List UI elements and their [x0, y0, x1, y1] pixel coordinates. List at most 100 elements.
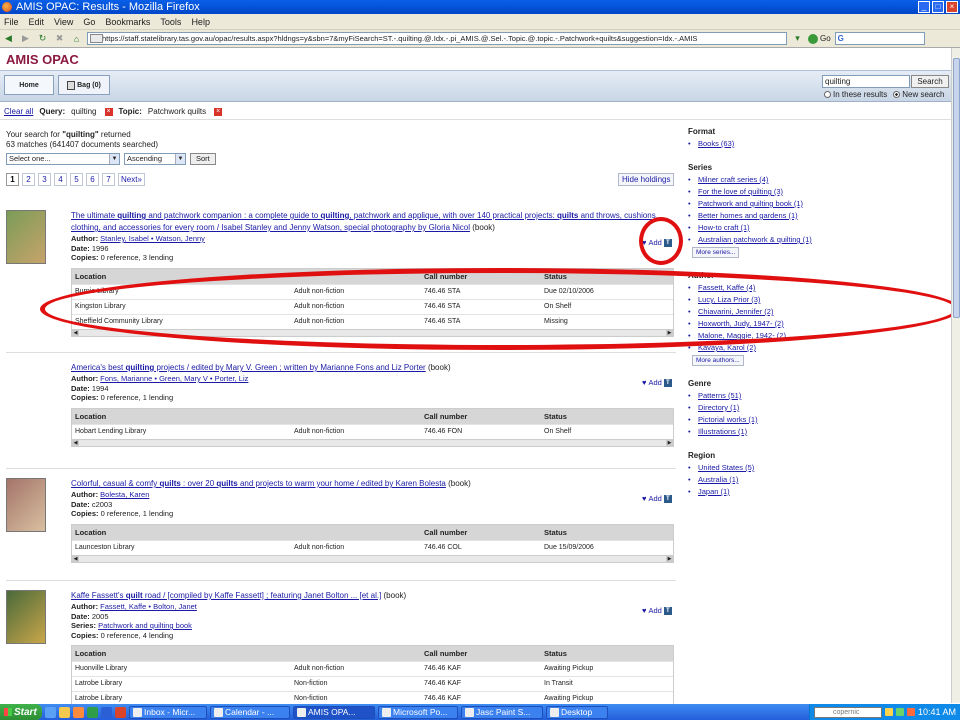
record-title[interactable]: Colorful, casual & comfy quilts : over 2…: [71, 478, 676, 490]
taskbar-button[interactable]: Jasc Paint S...: [461, 705, 543, 719]
facet-item[interactable]: How-to craft (1): [688, 222, 951, 234]
facet-link[interactable]: Milner craft series (4): [698, 175, 768, 184]
facet-link[interactable]: Pictorial works (1): [698, 415, 758, 424]
quicklaunch-ie-icon[interactable]: [45, 706, 56, 718]
menu-tools[interactable]: Tools: [160, 17, 181, 27]
series-link[interactable]: Patchwork and quilting book: [98, 621, 192, 630]
radio-in-results[interactable]: [824, 91, 831, 99]
scope-new-search[interactable]: New search: [893, 90, 945, 99]
t-icon[interactable]: T: [663, 378, 672, 387]
back-icon[interactable]: ◀: [2, 32, 15, 45]
scroll-left-icon[interactable]: ◀: [72, 439, 79, 446]
facet-item[interactable]: Directory (1): [688, 402, 951, 414]
facet-item[interactable]: Pictorial works (1): [688, 414, 951, 426]
menu-bookmarks[interactable]: Bookmarks: [105, 17, 150, 27]
menu-go[interactable]: Go: [83, 17, 95, 27]
quicklaunch-word-icon[interactable]: [101, 706, 112, 718]
scrollbar-thumb[interactable]: [953, 58, 960, 318]
facet-item[interactable]: Patterns (51): [688, 390, 951, 402]
record-title[interactable]: Kaffe Fassett's quilt road / [compiled b…: [71, 590, 676, 602]
start-button[interactable]: Start: [0, 704, 42, 720]
record-title[interactable]: America's best quilting projects / edite…: [71, 362, 676, 374]
quicklaunch-excel-icon[interactable]: [87, 706, 98, 718]
facet-link[interactable]: Books (63): [698, 139, 734, 148]
facet-item[interactable]: Australian patchwork & quilting (1): [688, 234, 951, 246]
tab-bag[interactable]: Bag (0): [58, 75, 110, 95]
scroll-right-icon[interactable]: ▶: [666, 555, 673, 562]
author-links[interactable]: Fassett, Kaffe • Bolton, Janet: [100, 602, 197, 611]
tray-icon[interactable]: [884, 708, 893, 716]
add-to-bag-link[interactable]: ♥ Add T: [642, 378, 672, 387]
facet-link[interactable]: United States (5): [698, 463, 754, 472]
facet-item[interactable]: Illustrations (1): [688, 426, 951, 438]
book-cover-image[interactable]: [6, 590, 46, 644]
radio-new-search[interactable]: [893, 91, 901, 99]
copernic-search-box[interactable]: copernic: [813, 706, 882, 718]
page-scrollbar[interactable]: [951, 48, 960, 703]
taskbar-button[interactable]: Inbox - Micr...: [129, 705, 207, 719]
facet-link[interactable]: Illustrations (1): [698, 427, 747, 436]
quicklaunch-folder-icon[interactable]: [59, 706, 70, 718]
page-6[interactable]: 6: [86, 173, 99, 186]
maximize-button[interactable]: □: [932, 1, 944, 13]
scroll-left-icon[interactable]: ◀: [72, 329, 79, 336]
home-icon[interactable]: ⌂: [70, 32, 83, 45]
author-links[interactable]: Stanley, Isabel • Watson, Jenny: [100, 234, 205, 243]
catalog-search-button[interactable]: Search: [911, 75, 949, 88]
quicklaunch-ppt-icon[interactable]: [115, 706, 126, 718]
stop-icon[interactable]: ✖: [53, 32, 66, 45]
reload-icon[interactable]: ↻: [36, 32, 49, 45]
author-links[interactable]: Bolesta, Karen: [100, 490, 149, 499]
minimize-button[interactable]: _: [918, 1, 930, 13]
facet-item[interactable]: Milner craft series (4): [688, 174, 951, 186]
next-page[interactable]: Next»: [118, 173, 145, 186]
forward-icon[interactable]: ▶: [19, 32, 32, 45]
facet-link[interactable]: How-to craft (1): [698, 223, 750, 232]
url-dropdown-icon[interactable]: ▾: [791, 32, 804, 45]
facet-link[interactable]: Japan (1): [698, 487, 730, 496]
facet-link[interactable]: Patchwork and quilting book (1): [698, 199, 803, 208]
facet-link[interactable]: Australia (1): [698, 475, 738, 484]
page-2[interactable]: 2: [22, 173, 35, 186]
holdings-scrollbar[interactable]: ◀ ▶: [72, 438, 673, 446]
book-cover-image[interactable]: [6, 478, 46, 532]
facet-item[interactable]: Books (63): [688, 138, 951, 150]
sort-order-select[interactable]: Ascending ▼: [124, 153, 186, 165]
taskbar-button[interactable]: Desktop: [546, 705, 608, 719]
taskbar-button[interactable]: AMIS OPA...: [293, 705, 375, 719]
author-links[interactable]: Fons, Marianne • Green, Mary V • Porter,…: [100, 374, 248, 383]
facet-link[interactable]: Patterns (51): [698, 391, 741, 400]
go-button[interactable]: Go: [808, 33, 831, 44]
record-title[interactable]: The ultimate quilting and patchwork comp…: [71, 210, 676, 234]
catalog-search-input[interactable]: quilting: [822, 75, 910, 88]
facet-item[interactable]: United States (5): [688, 462, 951, 474]
book-cover-image[interactable]: [6, 210, 46, 264]
facet-item[interactable]: Australia (1): [688, 474, 951, 486]
tray-icon[interactable]: [895, 708, 904, 716]
t-icon[interactable]: T: [663, 494, 672, 503]
quicklaunch-firefox-icon[interactable]: [73, 706, 84, 718]
clear-all-link[interactable]: Clear all: [4, 107, 33, 116]
site-logo[interactable]: AMIS OPAC: [6, 52, 79, 67]
facet-item[interactable]: For the love of quilting (3): [688, 186, 951, 198]
menu-file[interactable]: File: [4, 17, 19, 27]
facet-item[interactable]: Japan (1): [688, 486, 951, 498]
add-to-bag-link[interactable]: ♥ Add T: [642, 494, 672, 503]
page-1[interactable]: 1: [6, 173, 19, 186]
page-5[interactable]: 5: [70, 173, 83, 186]
page-7[interactable]: 7: [102, 173, 115, 186]
add-to-bag-link[interactable]: ♥ Add T: [642, 606, 672, 615]
taskbar-button[interactable]: Calendar - ...: [210, 705, 290, 719]
scroll-left-icon[interactable]: ◀: [72, 555, 79, 562]
sort-button[interactable]: Sort: [190, 153, 216, 165]
remove-topic-icon[interactable]: ×: [214, 107, 223, 116]
taskbar-button[interactable]: Microsoft Po...: [378, 705, 458, 719]
facet-link[interactable]: Australian patchwork & quilting (1): [698, 235, 812, 244]
menu-view[interactable]: View: [54, 17, 73, 27]
facet-more-button[interactable]: More authors...: [692, 355, 744, 366]
hide-holdings-button[interactable]: Hide holdings: [618, 173, 675, 186]
facet-link[interactable]: Directory (1): [698, 403, 739, 412]
url-bar[interactable]: https://staff.statelibrary.tas.gov.au/op…: [87, 32, 787, 45]
page-3[interactable]: 3: [38, 173, 51, 186]
scroll-right-icon[interactable]: ▶: [666, 439, 673, 446]
